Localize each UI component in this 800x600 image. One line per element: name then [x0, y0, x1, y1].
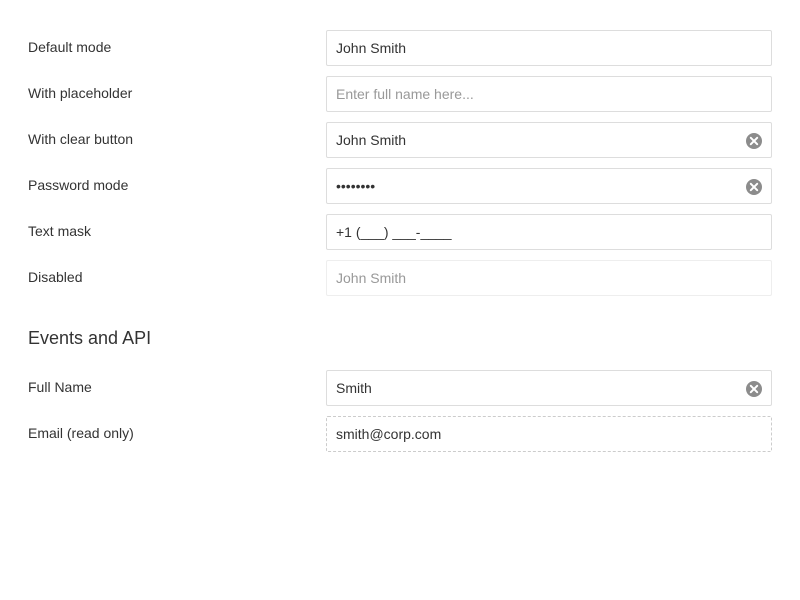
text-mask-label: Text mask — [28, 223, 92, 239]
full-name-row: Full Name — [0, 370, 800, 406]
clear-circle-icon[interactable] — [745, 380, 763, 398]
email-label: Email (read only) — [28, 425, 134, 441]
text-mask-row: Text mask — [0, 214, 800, 250]
text-mask-input[interactable] — [327, 215, 771, 249]
password-row: Password mode — [0, 168, 800, 204]
disabled-label: Disabled — [28, 269, 83, 285]
default-mode-field[interactable] — [326, 30, 772, 66]
clear-circle-icon[interactable] — [745, 178, 763, 196]
default-mode-label: Default mode — [28, 39, 112, 55]
clear-button-label: With clear button — [28, 131, 134, 147]
password-input[interactable] — [327, 169, 771, 203]
disabled-row: Disabled — [0, 260, 800, 296]
full-name-input[interactable] — [327, 371, 771, 405]
placeholder-label: With placeholder — [28, 85, 133, 101]
email-input[interactable] — [327, 417, 771, 451]
full-name-label: Full Name — [28, 379, 92, 395]
clear-button-field[interactable] — [326, 122, 772, 158]
email-row: Email (read only) — [0, 416, 800, 452]
email-field[interactable] — [326, 416, 772, 452]
clear-button-row: With clear button — [0, 122, 800, 158]
clear-circle-icon[interactable] — [745, 132, 763, 150]
clear-button-input[interactable] — [327, 123, 771, 157]
placeholder-field[interactable] — [326, 76, 772, 112]
text-mask-field[interactable] — [326, 214, 772, 250]
placeholder-row: With placeholder — [0, 76, 800, 112]
section-title: Events and API — [28, 328, 152, 348]
default-mode-row: Default mode — [0, 30, 800, 66]
password-label: Password mode — [28, 177, 129, 193]
password-field[interactable] — [326, 168, 772, 204]
default-mode-input[interactable] — [327, 31, 771, 65]
disabled-field — [326, 260, 772, 296]
disabled-input — [327, 261, 771, 295]
full-name-field[interactable] — [326, 370, 772, 406]
placeholder-input[interactable] — [327, 77, 771, 111]
